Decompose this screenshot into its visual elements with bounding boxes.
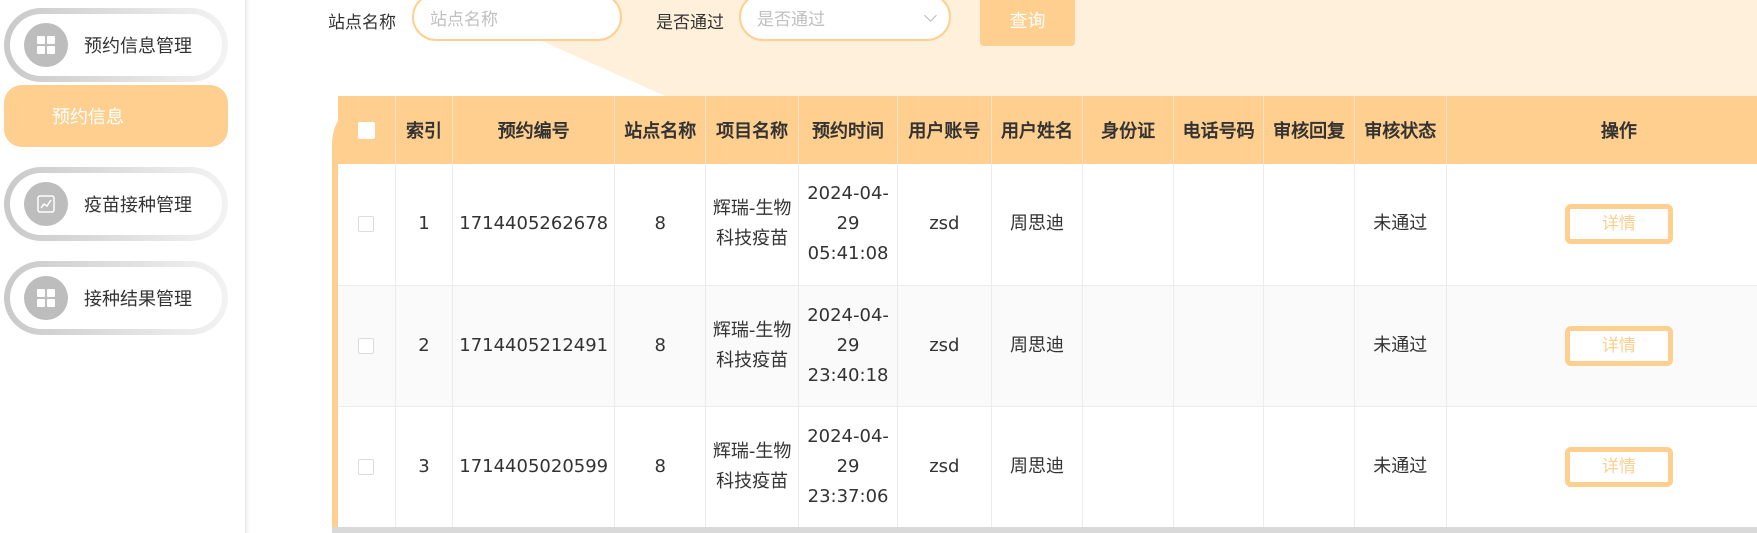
cell-phone: [1173, 285, 1265, 407]
header-select-all[interactable]: [338, 96, 396, 164]
header-cell: 索引: [395, 96, 454, 164]
pass-status-select[interactable]: 是否通过: [739, 0, 951, 41]
chart-icon: [24, 182, 68, 226]
cell-name: 周思迪: [991, 285, 1084, 407]
cell-project: 辉瑞-生物科技疫苗: [705, 285, 799, 407]
main-content: 站点名称 站点名称 是否通过 是否通过 查询 索引 预约编号 站点名称 项目名称…: [250, 0, 1757, 533]
cell-name: 周思迪: [991, 164, 1084, 286]
site-name-label: 站点名称: [328, 13, 396, 33]
row-checkbox[interactable]: [358, 458, 375, 475]
table-header-row: 索引 预约编号 站点名称 项目名称 预约时间 用户账号 用户姓名 身份证 电话号…: [338, 96, 1757, 164]
header-decoration: [450, 0, 1757, 100]
cell-reply: [1263, 285, 1355, 407]
grid-icon: [24, 276, 68, 320]
menu-item-inner: 预约信息管理: [10, 14, 222, 76]
query-button[interactable]: 查询: [980, 0, 1075, 46]
cell-actions: 详情: [1446, 164, 1757, 286]
cell-account: zsd: [897, 406, 992, 528]
grid-icon: [24, 23, 68, 67]
cell-phone: [1173, 164, 1265, 286]
row-select-cell[interactable]: [338, 164, 396, 286]
cell-reply: [1263, 164, 1355, 286]
header-cell: 审核回复: [1263, 96, 1355, 164]
row-checkbox[interactable]: [358, 216, 375, 233]
cell-project: 辉瑞-生物科技疫苗: [705, 164, 799, 286]
cell-phone: [1173, 406, 1265, 528]
header-cell: 站点名称: [614, 96, 707, 164]
header-cell: 审核状态: [1354, 96, 1447, 164]
site-name-placeholder: 站点名称: [430, 9, 498, 30]
chevron-down-icon: [924, 9, 937, 22]
cell-id-card: [1082, 285, 1174, 407]
booking-table: 索引 预约编号 站点名称 项目名称 预约时间 用户账号 用户姓名 身份证 电话号…: [338, 96, 1757, 528]
menu-item-inner: 接种结果管理: [10, 267, 222, 329]
row-checkbox[interactable]: [358, 337, 375, 354]
header-cell: 操作: [1446, 96, 1757, 164]
menu-item-booking-management[interactable]: 预约信息管理: [4, 8, 228, 82]
cell-booking-no: 1714405262678: [452, 164, 616, 286]
cell-account: zsd: [897, 164, 992, 286]
cell-site: 8: [614, 164, 707, 286]
pass-status-placeholder: 是否通过: [757, 9, 825, 30]
header-cell: 预约时间: [798, 96, 899, 164]
pass-status-label: 是否通过: [656, 13, 724, 33]
cell-account: zsd: [897, 285, 992, 407]
sidebar: 预约信息管理 预约信息 疫苗接种管理 接种结果管理: [0, 0, 246, 533]
cell-status: 未通过: [1354, 164, 1447, 286]
cell-site: 8: [614, 285, 707, 407]
cell-time: 2024-04-29 23:37:06: [798, 406, 899, 528]
cell-time: 2024-04-29 23:40:18: [798, 285, 899, 407]
table-row: 3 1714405020599 8 辉瑞-生物科技疫苗 2024-04-29 2…: [338, 406, 1757, 528]
cell-index: 2: [395, 285, 454, 407]
header-cell: 用户账号: [897, 96, 992, 164]
menu-item-inner: 疫苗接种管理: [10, 173, 222, 235]
cell-name: 周思迪: [991, 406, 1084, 528]
cell-status: 未通过: [1354, 285, 1447, 407]
menu-item-result-management[interactable]: 接种结果管理: [4, 261, 228, 335]
cell-booking-no: 1714405212491: [452, 285, 616, 407]
cell-id-card: [1082, 406, 1174, 528]
header-cell: 电话号码: [1173, 96, 1265, 164]
cell-booking-no: 1714405020599: [452, 406, 616, 528]
detail-button[interactable]: 详情: [1564, 204, 1673, 245]
header-cell: 预约编号: [452, 96, 616, 164]
detail-button[interactable]: 详情: [1564, 325, 1673, 366]
cell-reply: [1263, 406, 1355, 528]
cell-index: 1: [395, 164, 454, 286]
table-container: 索引 预约编号 站点名称 项目名称 预约时间 用户账号 用户姓名 身份证 电话号…: [332, 96, 1757, 533]
menu-item-vaccination-management[interactable]: 疫苗接种管理: [4, 167, 228, 241]
horizontal-scrollbar[interactable]: [332, 527, 1757, 533]
row-select-cell[interactable]: [338, 406, 396, 528]
cell-project: 辉瑞-生物科技疫苗: [705, 406, 799, 528]
cell-index: 3: [395, 406, 454, 528]
row-select-cell[interactable]: [338, 285, 396, 407]
cell-actions: 详情: [1446, 406, 1757, 528]
site-name-input[interactable]: 站点名称: [412, 0, 622, 41]
header-cell: 项目名称: [705, 96, 799, 164]
detail-button[interactable]: 详情: [1564, 446, 1673, 487]
table-row: 2 1714405212491 8 辉瑞-生物科技疫苗 2024-04-29 2…: [338, 285, 1757, 407]
header-cell: 身份证: [1082, 96, 1174, 164]
cell-time: 2024-04-29 05:41:08: [798, 164, 899, 286]
cell-actions: 详情: [1446, 285, 1757, 407]
menu-item-label: 预约信息管理: [84, 36, 192, 57]
table-row: 1 1714405262678 8 辉瑞-生物科技疫苗 2024-04-29 0…: [338, 164, 1757, 286]
cell-status: 未通过: [1354, 406, 1447, 528]
menu-item-label: 接种结果管理: [84, 289, 192, 310]
cell-site: 8: [614, 406, 707, 528]
header-cell: 用户姓名: [991, 96, 1084, 164]
cell-id-card: [1082, 164, 1174, 286]
menu-item-label: 疫苗接种管理: [84, 195, 192, 216]
select-all-checkbox[interactable]: [357, 122, 375, 139]
sub-item-booking-info[interactable]: 预约信息: [4, 85, 228, 147]
